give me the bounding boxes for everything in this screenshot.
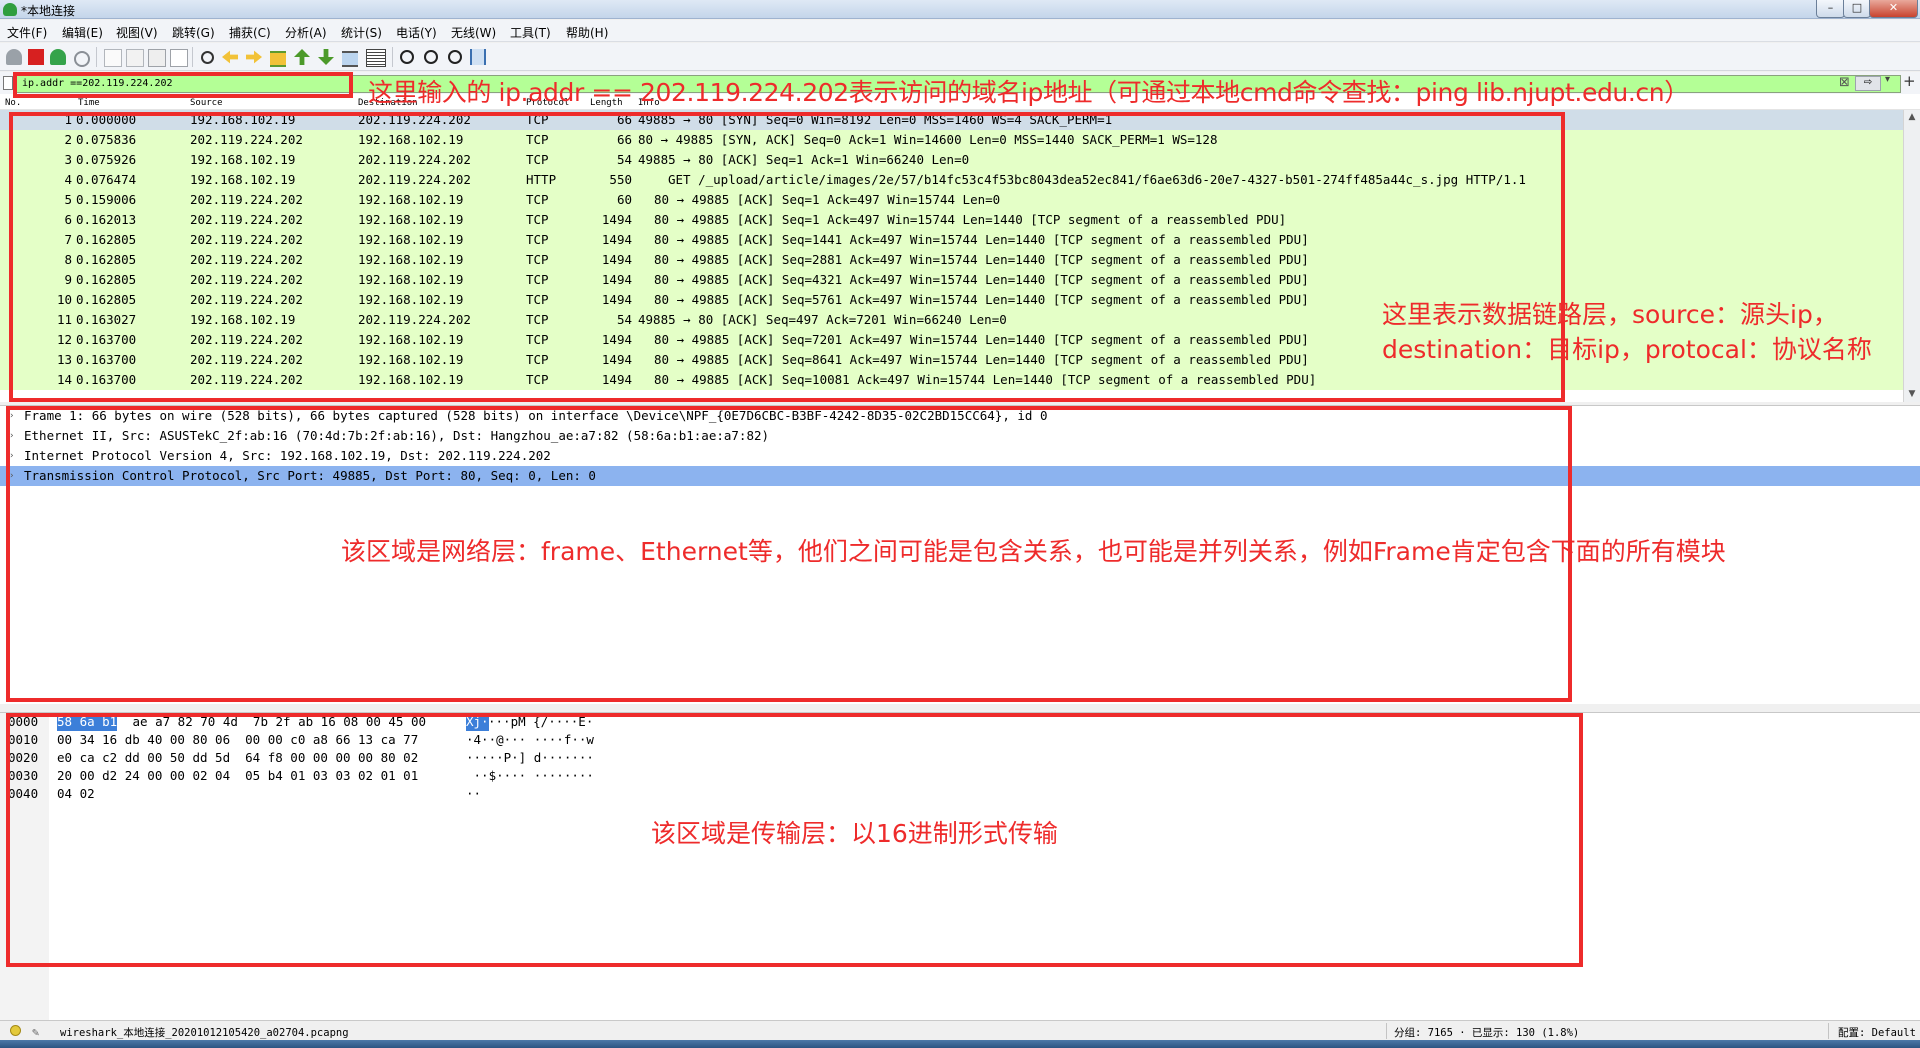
menu-help[interactable]: 帮助(H) — [566, 24, 608, 41]
menu-wireless[interactable]: 无线(W) — [451, 24, 496, 41]
title-bar: *本地连接 – □ ✕ — [0, 0, 1920, 19]
toolbar-separator — [392, 47, 393, 67]
annotation-box-packet-list — [9, 112, 1565, 402]
add-filter-button[interactable]: + — [1903, 72, 1916, 90]
reload-file-icon[interactable] — [170, 49, 188, 67]
column-time[interactable]: Time — [78, 98, 100, 108]
go-to-packet-icon[interactable] — [270, 51, 286, 67]
open-file-icon[interactable] — [104, 49, 122, 67]
last-packet-icon[interactable] — [318, 49, 334, 65]
menu-tools[interactable]: 工具(T) — [510, 24, 551, 41]
menu-file[interactable]: 文件(F) — [7, 24, 47, 41]
scroll-up-icon[interactable]: ▲ — [1904, 112, 1920, 122]
close-button[interactable]: ✕ — [1869, 0, 1918, 18]
toolbar-separator — [192, 47, 193, 67]
menu-go[interactable]: 跳转(G) — [172, 24, 215, 41]
menu-telephony[interactable]: 电话(Y) — [396, 24, 437, 41]
restart-capture-icon[interactable] — [50, 49, 66, 65]
zoom-out-icon[interactable] — [424, 50, 438, 64]
scroll-down-icon[interactable]: ▼ — [1904, 389, 1920, 399]
previous-packet-icon[interactable] — [222, 50, 238, 64]
colorize-icon[interactable] — [366, 49, 386, 67]
windows-taskbar — [0, 1040, 1920, 1048]
capture-options-icon[interactable] — [74, 51, 90, 67]
status-bar: ✎ wireshark_本地连接_20201012105420_a02704.p… — [0, 1020, 1920, 1040]
maximize-button[interactable]: □ — [1843, 0, 1871, 18]
annotation-filter-note: 这里输入的 ip.addr == 202.119.224.202表示访问的域名i… — [368, 78, 1689, 107]
stop-capture-icon[interactable] — [28, 49, 44, 65]
annotation-box-filter — [13, 72, 353, 98]
save-file-icon[interactable] — [126, 49, 144, 67]
filter-history-dropdown-icon[interactable]: ▾ — [1885, 74, 1890, 85]
next-packet-icon[interactable] — [246, 50, 262, 64]
menu-view[interactable]: 视图(V) — [116, 24, 158, 41]
minimize-button[interactable]: – — [1816, 0, 1845, 18]
clear-filter-icon[interactable]: ⊠ — [1839, 75, 1850, 90]
wireshark-logo-icon — [3, 3, 17, 16]
column-source[interactable]: Source — [190, 98, 223, 108]
toolbar-separator — [96, 47, 97, 67]
find-packet-icon[interactable] — [201, 51, 214, 64]
annotation-list-note-1: 这里表示数据链路层，source：源头ip， — [1382, 300, 1838, 329]
start-capture-icon[interactable] — [6, 49, 22, 65]
resize-columns-icon[interactable] — [470, 49, 486, 65]
bookmark-icon[interactable] — [3, 76, 13, 90]
menu-bar: 文件(F) 编辑(E) 视图(V) 跳转(G) 捕获(C) 分析(A) 统计(S… — [0, 20, 1920, 42]
status-divider — [1828, 1023, 1829, 1039]
first-packet-icon[interactable] — [294, 49, 310, 65]
menu-statistics[interactable]: 统计(S) — [341, 24, 382, 41]
expert-info-icon[interactable] — [10, 1025, 21, 1036]
annotation-list-note-2: destination：目标ip，protocal：协议名称 — [1382, 335, 1872, 364]
menu-analyze[interactable]: 分析(A) — [285, 24, 327, 41]
menu-capture[interactable]: 捕获(C) — [229, 24, 271, 41]
auto-scroll-icon[interactable] — [342, 51, 358, 67]
window-title: *本地连接 — [21, 4, 76, 18]
packet-count: 分组: 7165 · 已显示: 130 (1.8%) — [1394, 1027, 1580, 1039]
capture-file-name: wireshark_本地连接_20201012105420_a02704.pca… — [60, 1027, 349, 1039]
status-divider — [1386, 1023, 1387, 1039]
annotation-bytes-note: 该区域是传输层：以16进制形式传输 — [651, 819, 1058, 848]
normal-size-icon[interactable] — [448, 50, 462, 64]
main-toolbar — [0, 43, 1920, 71]
annotation-details-note: 该区域是网络层：frame、Ethernet等，他们之间可能是包含关系，也可能是… — [341, 537, 1726, 566]
column-no[interactable]: No. — [5, 98, 21, 108]
profile-label[interactable]: 配置: Default — [1838, 1025, 1916, 1040]
capture-comment-icon[interactable]: ✎ — [32, 1025, 39, 1039]
apply-filter-button[interactable]: ⇨ — [1855, 76, 1881, 91]
menu-edit[interactable]: 编辑(E) — [62, 24, 103, 41]
zoom-in-icon[interactable] — [400, 50, 414, 64]
packet-list-scrollbar[interactable]: ▲ ▼ — [1903, 110, 1920, 402]
close-file-icon[interactable] — [148, 49, 166, 67]
